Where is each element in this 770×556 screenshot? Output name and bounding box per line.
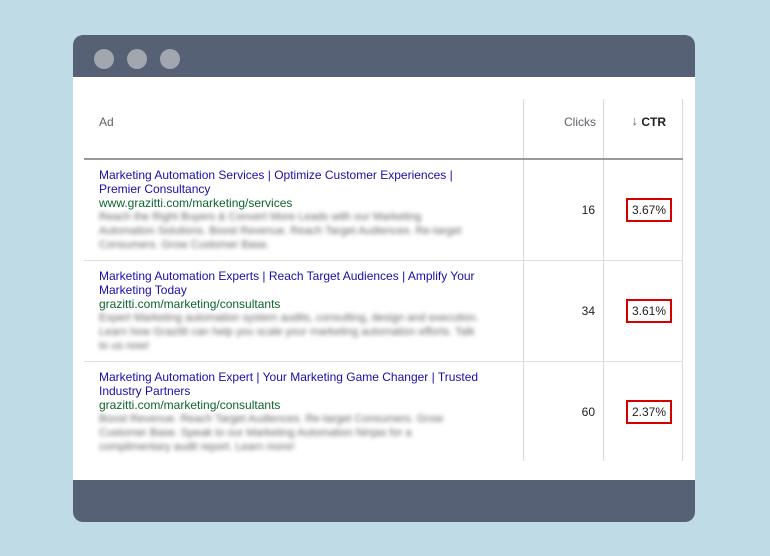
ad-description: Boost Revenue. Reach Target Audiences. R… <box>99 413 444 453</box>
ad-title-link[interactable]: Marketing Automation Expert | Your Marke… <box>99 370 479 398</box>
header-ctr[interactable]: CTR <box>641 115 666 129</box>
ad-title-link[interactable]: Marketing Automation Experts | Reach Tar… <box>99 269 479 297</box>
ad-title-line: Marketing Automation Expert | Your Marke… <box>99 370 479 384</box>
ad-url: grazitti.com/marketing/consultants <box>99 398 281 412</box>
table-row: Marketing Automation Services | Optimize… <box>84 160 683 261</box>
ad-cell: Marketing Automation Expert | Your Marke… <box>99 370 479 454</box>
ad-description: Expert Marketing automation system audit… <box>99 312 479 352</box>
ad-title-link[interactable]: Marketing Automation Services | Optimize… <box>99 168 479 196</box>
window-titlebar <box>73 35 695 77</box>
ad-title-line: Industry Partners <box>99 384 191 398</box>
ad-description: Reach the Right Buyers & Convert More Le… <box>99 211 462 251</box>
table-header: Ad Clicks ↓ CTR <box>84 99 683 160</box>
ctr-value: 3.67% <box>625 198 672 222</box>
ad-title-line: Marketing Automation Experts | Reach Tar… <box>99 269 475 283</box>
window-minimize-dot[interactable] <box>127 49 147 69</box>
clicks-value: 16 <box>581 203 595 217</box>
ad-url: grazitti.com/marketing/consultants <box>99 297 281 311</box>
ad-title-line: Premier Consultancy <box>99 182 211 196</box>
table-row: Marketing Automation Expert | Your Marke… <box>84 362 683 462</box>
ad-cell: Marketing Automation Services | Optimize… <box>99 168 479 252</box>
ad-url: www.grazitti.com/marketing/services <box>99 196 293 210</box>
header-ad[interactable]: Ad <box>99 115 114 129</box>
arrow-down-icon[interactable]: ↓ <box>632 113 639 128</box>
browser-window: Ad Clicks ↓ CTR Marketing Automation Ser… <box>73 35 695 522</box>
ctr-value: 2.37% <box>625 400 672 424</box>
window-close-dot[interactable] <box>94 49 114 69</box>
window-maximize-dot[interactable] <box>160 49 180 69</box>
clicks-value: 60 <box>581 405 595 419</box>
window-footer <box>73 480 695 522</box>
table-row: Marketing Automation Experts | Reach Tar… <box>84 261 683 362</box>
ctr-value: 3.61% <box>625 299 672 323</box>
ad-cell: Marketing Automation Experts | Reach Tar… <box>99 269 479 353</box>
ad-title-line: Marketing Today <box>99 283 187 297</box>
header-clicks[interactable]: Clicks <box>564 115 596 129</box>
ad-title-line: Marketing Automation Services | Optimize… <box>99 168 453 182</box>
clicks-value: 34 <box>581 304 595 318</box>
